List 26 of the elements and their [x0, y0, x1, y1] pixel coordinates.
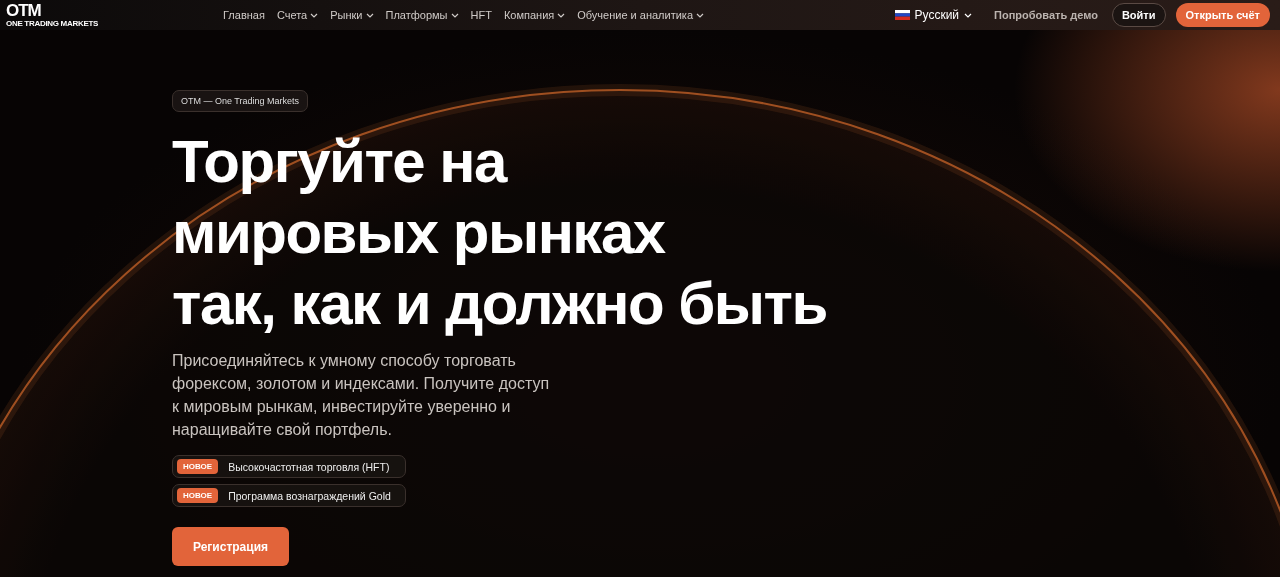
feature-text: Программа вознаграждений Gold	[228, 489, 391, 502]
chevron-down-icon	[310, 12, 319, 18]
nav-link[interactable]: Главная	[223, 9, 265, 21]
chevron-down-icon	[365, 12, 374, 18]
nav-link[interactable]: Платформы	[385, 9, 459, 21]
chevron-down-icon	[696, 12, 705, 18]
chevron-down-icon	[450, 12, 459, 18]
try-demo-link[interactable]: Попробовать демо	[994, 9, 1098, 21]
nav-link[interactable]: Счета	[276, 9, 319, 21]
chevron-down-icon	[557, 12, 566, 18]
otm-logo[interactable]: OTM ONE TRADING MARKETS	[6, 2, 223, 28]
feature-pill[interactable]: НОВОЕ Программа вознаграждений Gold	[172, 484, 406, 507]
feature-pill[interactable]: НОВОЕ Высокочастотная торговля (HFT)	[172, 455, 406, 478]
hero-description: Присоединяйтесь к умному способу торговать форексом, золотом и индексами. Получите доступ к мировым рынкам, инвестируйте уверенно и наращивайте свой портфель.	[172, 351, 551, 440]
eyebrow-tag: OTM — One Trading Markets	[172, 90, 309, 112]
nav-link[interactable]: Рынки	[330, 9, 374, 21]
nav-link[interactable]: HFT	[470, 9, 492, 21]
language-selector[interactable]: Русский	[894, 8, 973, 22]
new-badge: НОВОЕ	[177, 488, 219, 503]
nav-link[interactable]: Обучение и аналитика	[577, 9, 705, 21]
nav-link[interactable]: Компания	[503, 9, 566, 21]
chevron-down-icon	[964, 12, 973, 18]
login-button[interactable]: Войти	[1111, 3, 1166, 27]
russia-flag-icon	[894, 10, 910, 20]
feature-text: Высокочастотная торговля (HFT)	[228, 460, 390, 473]
new-badge: НОВОЕ	[177, 459, 219, 474]
